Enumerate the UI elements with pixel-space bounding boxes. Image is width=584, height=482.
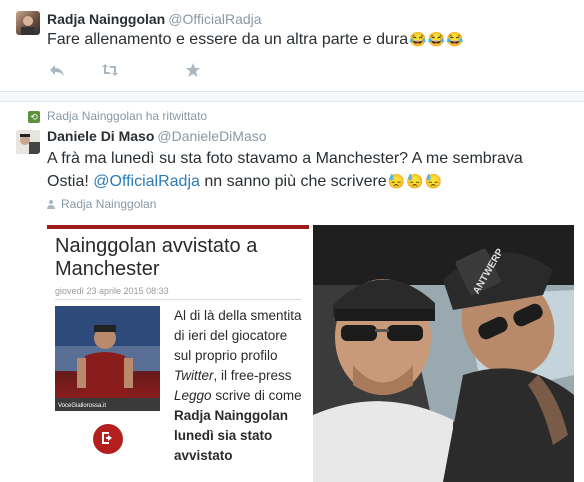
media-article-screenshot[interactable]: Nainggolan avvistato a Manchester gioved… — [47, 225, 309, 482]
retweet-note[interactable]: Radja Nainggolan ha ritwittato — [47, 109, 207, 123]
tweet-header: Radja Nainggolan @OfficialRadja — [47, 11, 262, 29]
media-selfie-photo[interactable]: ANTWERP — [313, 225, 574, 482]
article-text-italic: Leggo — [174, 388, 212, 403]
tweet-header: Daniele Di Maso @DanieleDiMaso — [47, 128, 267, 146]
author-handle[interactable]: @OfficialRadja — [168, 11, 261, 27]
favorite-star-icon[interactable] — [185, 62, 201, 83]
mention-link[interactable]: @OfficialRadja — [93, 173, 200, 190]
tagged-user-name: Radja Nainggolan — [61, 197, 157, 211]
author-name[interactable]: Daniele Di Maso — [47, 128, 154, 144]
avatar-image — [16, 130, 40, 154]
avatar[interactable] — [16, 11, 40, 35]
tweet-actions — [47, 62, 247, 80]
emoji-sweat: 😓 — [424, 173, 442, 189]
emoji-sweat: 😓 — [406, 173, 424, 189]
exit-icon[interactable] — [93, 424, 123, 454]
emoji-laugh: 😂 — [445, 31, 464, 47]
avatar[interactable] — [16, 130, 40, 154]
emoji-laugh: 😂 — [409, 31, 427, 47]
emoji-laugh: 😂 — [427, 31, 445, 47]
tweet-original: Radja Nainggolan @OfficialRadja Fare alle… — [0, 0, 584, 92]
emoji-sweat: 😓 — [387, 173, 406, 189]
photo-caption: VoceGiallorossa.it — [58, 403, 107, 409]
article-text-bold: Radja Nainggolan lunedì sia stato avvist… — [174, 408, 289, 463]
article-title: Nainggolan avvistato a Manchester — [55, 235, 258, 280]
author-name[interactable]: Radja Nainggolan — [47, 11, 165, 27]
retweet-icon[interactable] — [101, 62, 119, 83]
tweet-retweeted: ⟲ Radja Nainggolan ha ritwittato Daniele… — [0, 103, 584, 482]
author-handle[interactable]: @DanieleDiMaso — [157, 128, 266, 144]
article-text-italic: Twitter — [174, 368, 214, 383]
article-text: Al di là della smentita di ieri del gioc… — [174, 308, 302, 363]
user-icon — [47, 200, 55, 209]
tweet-text-body-end: nn sanno più che scrivere — [204, 173, 387, 190]
tweet-text: A frà ma lunedì su sta foto stavamo a Ma… — [47, 148, 567, 193]
article-divider — [55, 299, 301, 300]
article-text: , il free-press — [213, 368, 292, 383]
article-date: giovedì 23 aprile 2015 08:33 — [55, 286, 169, 296]
tweet-text-body: Fare allenamento e essere da un altra pa… — [47, 31, 409, 48]
article-photo: VoceGiallorossa.it — [55, 306, 160, 411]
avatar-image — [21, 16, 35, 35]
article-text: scrive di come — [215, 388, 302, 403]
player-photo — [55, 306, 160, 411]
tagged-user[interactable]: Radja Nainggolan — [47, 197, 156, 211]
stream-divider — [0, 92, 584, 102]
reply-icon[interactable] — [49, 62, 65, 83]
tweet-text: Fare allenamento e essere da un altra pa… — [47, 31, 463, 49]
selfie-image: ANTWERP — [313, 225, 574, 482]
article-body: Al di là della smentita di ieri del gioc… — [174, 306, 304, 466]
retweet-indicator-icon: ⟲ — [28, 111, 40, 123]
